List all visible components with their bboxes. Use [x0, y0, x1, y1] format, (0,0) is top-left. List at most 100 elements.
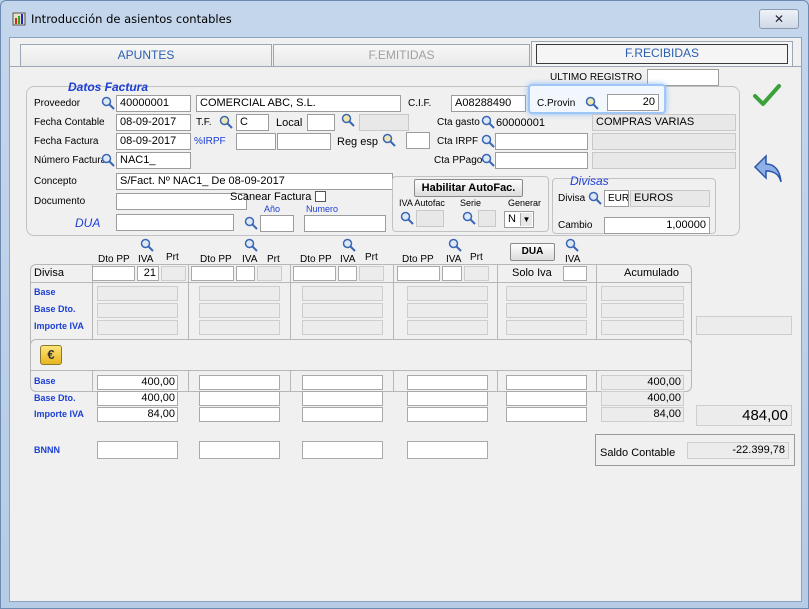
base-eur-3[interactable] — [302, 375, 383, 390]
dua-anio-field[interactable] — [260, 215, 294, 232]
base-dto-cell — [302, 303, 383, 318]
dua-search-icon[interactable] — [244, 216, 258, 230]
accept-check-icon[interactable] — [752, 82, 782, 108]
grid-col-divider — [497, 264, 498, 392]
fecha-factura-field[interactable]: 08-09-2017 — [116, 133, 191, 150]
tf-search-icon[interactable] — [219, 115, 233, 129]
euro-band — [30, 339, 692, 371]
base-cell — [199, 286, 280, 301]
proveedor-code-field[interactable]: 40000001 — [116, 95, 191, 112]
iva-search-icon-3[interactable] — [342, 238, 356, 252]
fecha-contable-field[interactable]: 08-09-2017 — [116, 114, 191, 131]
back-arrow-icon[interactable] — [752, 152, 784, 186]
tab-apuntes[interactable]: APUNTES — [20, 44, 272, 66]
cambio-field[interactable]: 1,00000 — [604, 217, 710, 234]
dua-field[interactable] — [116, 214, 234, 231]
solo-iva-field[interactable] — [563, 266, 587, 281]
tab-emitidas[interactable]: F.EMITIDAS — [273, 44, 530, 66]
importe-iva-cell — [199, 320, 280, 335]
proveedor-name-field[interactable]: COMERCIAL ABC, S.L. — [196, 95, 401, 112]
cprovin-search-icon[interactable] — [585, 96, 599, 110]
tab-recibidas[interactable]: F.RECIBIDAS — [531, 41, 793, 67]
documento-field[interactable] — [116, 193, 247, 210]
iva-search-icon-1[interactable] — [140, 238, 154, 252]
base-eur-2[interactable] — [199, 375, 280, 390]
chevron-down-icon: ▼ — [520, 213, 532, 226]
cta-ppago-field[interactable] — [495, 152, 588, 169]
concepto-label: Concepto — [34, 176, 77, 187]
local-label: Local — [276, 117, 303, 129]
dua-button[interactable]: DUA — [510, 243, 555, 261]
base-dto-eur-2[interactable] — [199, 391, 280, 406]
app-icon — [12, 12, 26, 26]
cta-irpf-field[interactable] — [495, 133, 588, 150]
tab-emitidas-label: F.EMITIDAS — [368, 48, 435, 62]
importe-iva-acumulado: 84,00 — [601, 407, 684, 422]
tf-field[interactable]: C — [236, 114, 269, 131]
importe-iva-eur-1[interactable]: 84,00 — [97, 407, 178, 422]
saldo-label: Saldo Contable — [600, 447, 676, 459]
serie-label: Serie — [460, 198, 482, 208]
importe-iva-cell — [302, 320, 383, 335]
base-dto-eur-4[interactable] — [407, 391, 488, 406]
divisa-code-field[interactable]: EUR — [604, 190, 629, 207]
base-dto-cell — [407, 303, 488, 318]
cif-field[interactable]: A08288490 — [451, 95, 526, 112]
iva-field-1[interactable]: 21 — [137, 266, 159, 281]
habilitar-autofac-button[interactable]: Habilitar AutoFac. — [414, 179, 523, 197]
iva-search-icon-2[interactable] — [244, 238, 258, 252]
total-upper-field — [696, 316, 792, 335]
importe-iva-eur-3[interactable] — [302, 407, 383, 422]
base-eur-1[interactable]: 400,00 — [97, 375, 178, 390]
reg-esp-search-icon[interactable] — [382, 133, 396, 147]
iva-field-3[interactable] — [338, 266, 357, 281]
iva-field-4[interactable] — [442, 266, 462, 281]
base-dto-eur-solo-iva[interactable] — [506, 391, 587, 406]
iva-search-icon-4[interactable] — [448, 238, 462, 252]
solo-iva-search-icon[interactable] — [565, 238, 579, 252]
dto-pp-field-2[interactable] — [191, 266, 234, 281]
serie-search-icon[interactable] — [462, 211, 476, 225]
concepto-field[interactable]: S/Fact. Nº NAC1_ De 08-09-2017 — [116, 173, 393, 190]
generar-select[interactable]: N ▼ — [504, 211, 534, 228]
bnnn-field-2[interactable] — [199, 441, 280, 459]
numero-factura-search-icon[interactable] — [101, 153, 115, 167]
dto-pp-field-4[interactable] — [397, 266, 440, 281]
irpf-amount-field[interactable] — [277, 133, 331, 150]
window-title: Introducción de asientos contables — [31, 12, 232, 26]
divisa-search-icon[interactable] — [588, 191, 602, 205]
local-search-icon[interactable] — [341, 113, 355, 127]
cprovin-field[interactable]: 20 — [607, 94, 659, 111]
dua-label: DUA — [75, 216, 101, 230]
importe-iva-eur-solo-iva[interactable] — [506, 407, 587, 422]
dua-numero-field[interactable] — [304, 215, 386, 232]
irpf-field[interactable] — [236, 133, 276, 150]
dto-pp-field-3[interactable] — [293, 266, 336, 281]
bnnn-field-4[interactable] — [407, 441, 488, 459]
title-bar: Introducción de asientos contables ✕ — [1, 1, 808, 35]
proveedor-search-icon[interactable] — [101, 96, 115, 110]
numero-factura-field[interactable]: NAC1_ — [116, 152, 191, 169]
base-eur-solo-iva[interactable] — [506, 375, 587, 390]
dto-pp-field-1[interactable] — [92, 266, 135, 281]
importe-iva-eur-4[interactable] — [407, 407, 488, 422]
iva-field-2[interactable] — [236, 266, 255, 281]
generar-value: N — [508, 213, 516, 225]
base-dto-eur-1[interactable]: 400,00 — [97, 391, 178, 406]
bnnn-field-1[interactable] — [97, 441, 178, 459]
local-name-field — [359, 114, 409, 131]
base-eur-4[interactable] — [407, 375, 488, 390]
cta-ppago-search-icon[interactable] — [481, 153, 495, 167]
base-dto-eur-3[interactable] — [302, 391, 383, 406]
scanear-checkbox[interactable] — [315, 191, 326, 202]
cta-gasto-search-icon[interactable] — [481, 115, 495, 129]
importe-iva-eur-2[interactable] — [199, 407, 280, 422]
bnnn-field-3[interactable] — [302, 441, 383, 459]
local-field[interactable] — [307, 114, 335, 131]
iva-autofac-search-icon[interactable] — [400, 211, 414, 225]
reg-esp-field[interactable] — [406, 132, 430, 149]
cta-irpf-search-icon[interactable] — [481, 134, 495, 148]
grid-col-divider — [92, 264, 93, 392]
euro-icon[interactable]: € — [40, 345, 62, 365]
close-button[interactable]: ✕ — [759, 9, 799, 29]
